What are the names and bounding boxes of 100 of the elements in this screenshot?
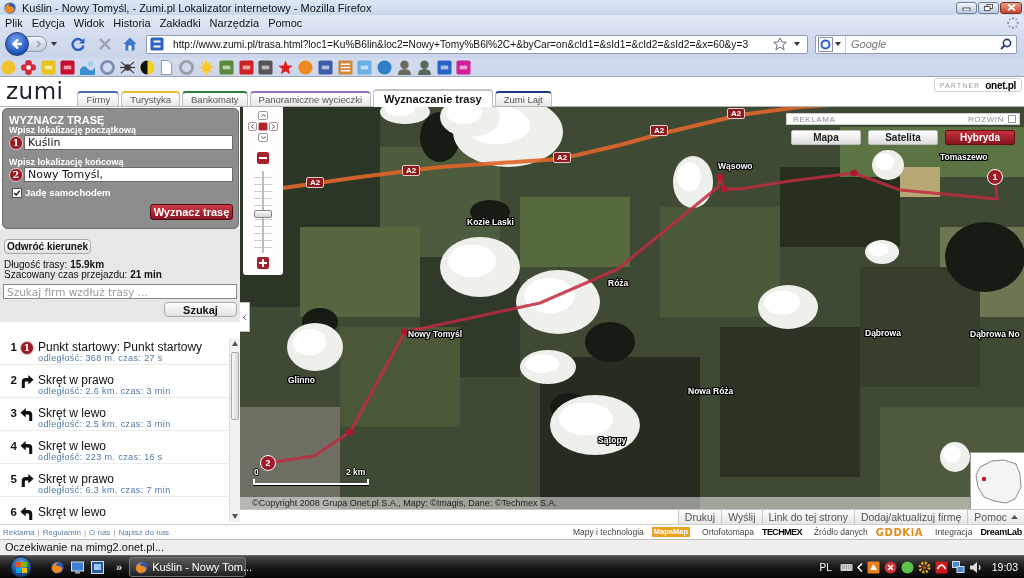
menu-item[interactable]: Edycja [31,16,65,29]
arrow-up-icon[interactable] [232,341,238,346]
restore-button[interactable] [978,1,999,14]
tile-icon[interactable] [436,59,452,75]
gear-icon[interactable] [917,560,931,574]
footer-link[interactable]: O nas [89,527,111,537]
menu-item[interactable]: Narzędzia [209,16,260,29]
map-action-button[interactable]: Drukuj [677,510,722,524]
circle-icon[interactable] [900,560,914,574]
spider-icon[interactable] [119,59,135,75]
checkbox[interactable] [12,187,22,198]
reload-icon[interactable] [71,37,85,51]
zoom-in-button[interactable] [257,257,269,269]
step-title[interactable]: Skręt w lewo [38,506,107,518]
monitor-icon[interactable] [71,560,84,574]
tile-icon[interactable] [456,59,472,75]
overview-map[interactable] [970,452,1024,509]
half-circle-icon[interactable] [139,59,155,75]
menu-item[interactable]: Historia [113,16,151,29]
partner-logo[interactable]: TECHMEX [762,527,802,537]
wave-icon[interactable] [80,59,96,75]
footer-link[interactable]: Napisz do nas [118,527,170,537]
home-icon[interactable] [123,37,137,51]
list-icon[interactable] [337,59,353,75]
address-bar[interactable]: http://www.zumi.pl/trasa.html?loc1=Ku%B6lin&loc2=Nowy+Tomy%B6l%2C+&byCar=on&cId1=&sId1=&cId2=&sId2=&x=60&y=3 [146,34,808,54]
speaker-icon[interactable] [968,560,982,574]
cross-circle-icon[interactable] [883,560,897,574]
chevron-left-icon[interactable] [856,562,863,572]
footer-link[interactable]: Regulamin [42,527,81,537]
window-icon[interactable] [91,560,104,574]
star-icon[interactable] [773,37,787,51]
search-along-route-field[interactable]: Szukaj firm wzdłuż trasy ... [3,284,237,299]
tile-icon[interactable] [218,59,234,75]
menu-item[interactable]: Pomoc [268,16,303,29]
back-button[interactable] [5,32,29,56]
map-action-button[interactable]: Link do tej strony [761,510,854,524]
menu-item[interactable]: Plik [5,16,23,29]
zoom-out-button[interactable] [257,152,269,164]
tile-icon[interactable] [258,59,274,75]
map-view-button[interactable]: Hybryda [945,130,1015,145]
ring-icon[interactable] [818,36,833,52]
network-icon[interactable] [951,560,965,574]
search-box[interactable]: Google [815,34,1017,54]
scrollbar[interactable] [229,338,240,522]
caret-down-icon[interactable] [51,42,57,46]
search-icon[interactable] [1000,38,1012,50]
search-button[interactable]: Szukaj [164,302,237,317]
map-action-button[interactable]: Wyślij [721,510,762,524]
pan-up-button[interactable] [258,111,268,120]
step-title[interactable]: Skręt w prawo [38,473,171,485]
nav-tab[interactable]: Turystyka [121,91,181,106]
tile-icon[interactable] [357,59,373,75]
tile-icon[interactable] [40,59,56,75]
footer-link[interactable]: Reklama [3,527,35,537]
tile-icon[interactable] [934,560,948,574]
map-view-button[interactable]: Satelita [868,130,938,145]
tile-icon[interactable] [866,560,880,574]
help-menu-button[interactable]: Pomoc [967,510,1024,524]
step-title[interactable]: Skręt w lewo [38,440,163,452]
caret-down-icon[interactable] [835,42,841,46]
nav-tab[interactable]: Bankomaty [182,91,248,106]
start-button[interactable] [10,556,32,578]
step-title[interactable]: Punkt startowy: Punkt startowy [38,341,203,353]
globe-icon[interactable] [51,560,64,574]
person-icon[interactable] [416,59,432,75]
search-field[interactable]: Google [845,35,1000,53]
checkbox[interactable] [1008,115,1016,123]
person-icon[interactable] [396,59,412,75]
center-map-button[interactable] [258,122,268,131]
menu-item[interactable]: Zakładki [159,16,201,29]
step-title[interactable]: Skręt w prawo [38,374,171,386]
flower-icon[interactable] [20,59,36,75]
arrow-down-icon[interactable] [232,514,238,519]
tile-icon[interactable] [238,59,254,75]
caret-down-icon[interactable] [794,42,800,46]
site-logo[interactable]: zumi [6,77,64,104]
end-location-field[interactable]: Nowy Tomyśl, [24,167,233,182]
close-button[interactable] [1000,1,1022,14]
star-icon[interactable] [278,59,294,75]
overflow-chevron[interactable]: » [116,561,123,573]
minimize-button[interactable] [956,1,977,14]
nav-tab[interactable]: Zumi Lajt [494,91,552,106]
language-indicator[interactable]: PL [819,561,832,573]
slider-thumb[interactable] [254,210,272,219]
tile-icon[interactable] [60,59,76,75]
menu-item[interactable]: Widok [73,16,105,29]
nav-tab[interactable]: Firmy [77,91,120,106]
scrollbar-thumb[interactable] [231,352,239,420]
reverse-direction-button[interactable]: Odwróć kierunek [4,239,91,254]
nav-tab[interactable]: Panoramiczne wycieczki [249,91,372,106]
expand-label[interactable]: ROZWIŃ [967,114,1004,124]
satellite-map-drawing[interactable] [240,107,1024,509]
pan-left-button[interactable] [248,122,257,131]
start-location-field[interactable]: Kuślin [24,135,233,150]
pan-right-button[interactable] [269,122,278,131]
forward-button[interactable] [26,36,47,52]
tile-icon[interactable] [317,59,333,75]
map-view-button[interactable]: Mapa [791,130,861,145]
clock[interactable]: 19:03 [991,561,1018,573]
map-action-button[interactable]: Dodaj/aktualizuj firmę [853,510,968,524]
